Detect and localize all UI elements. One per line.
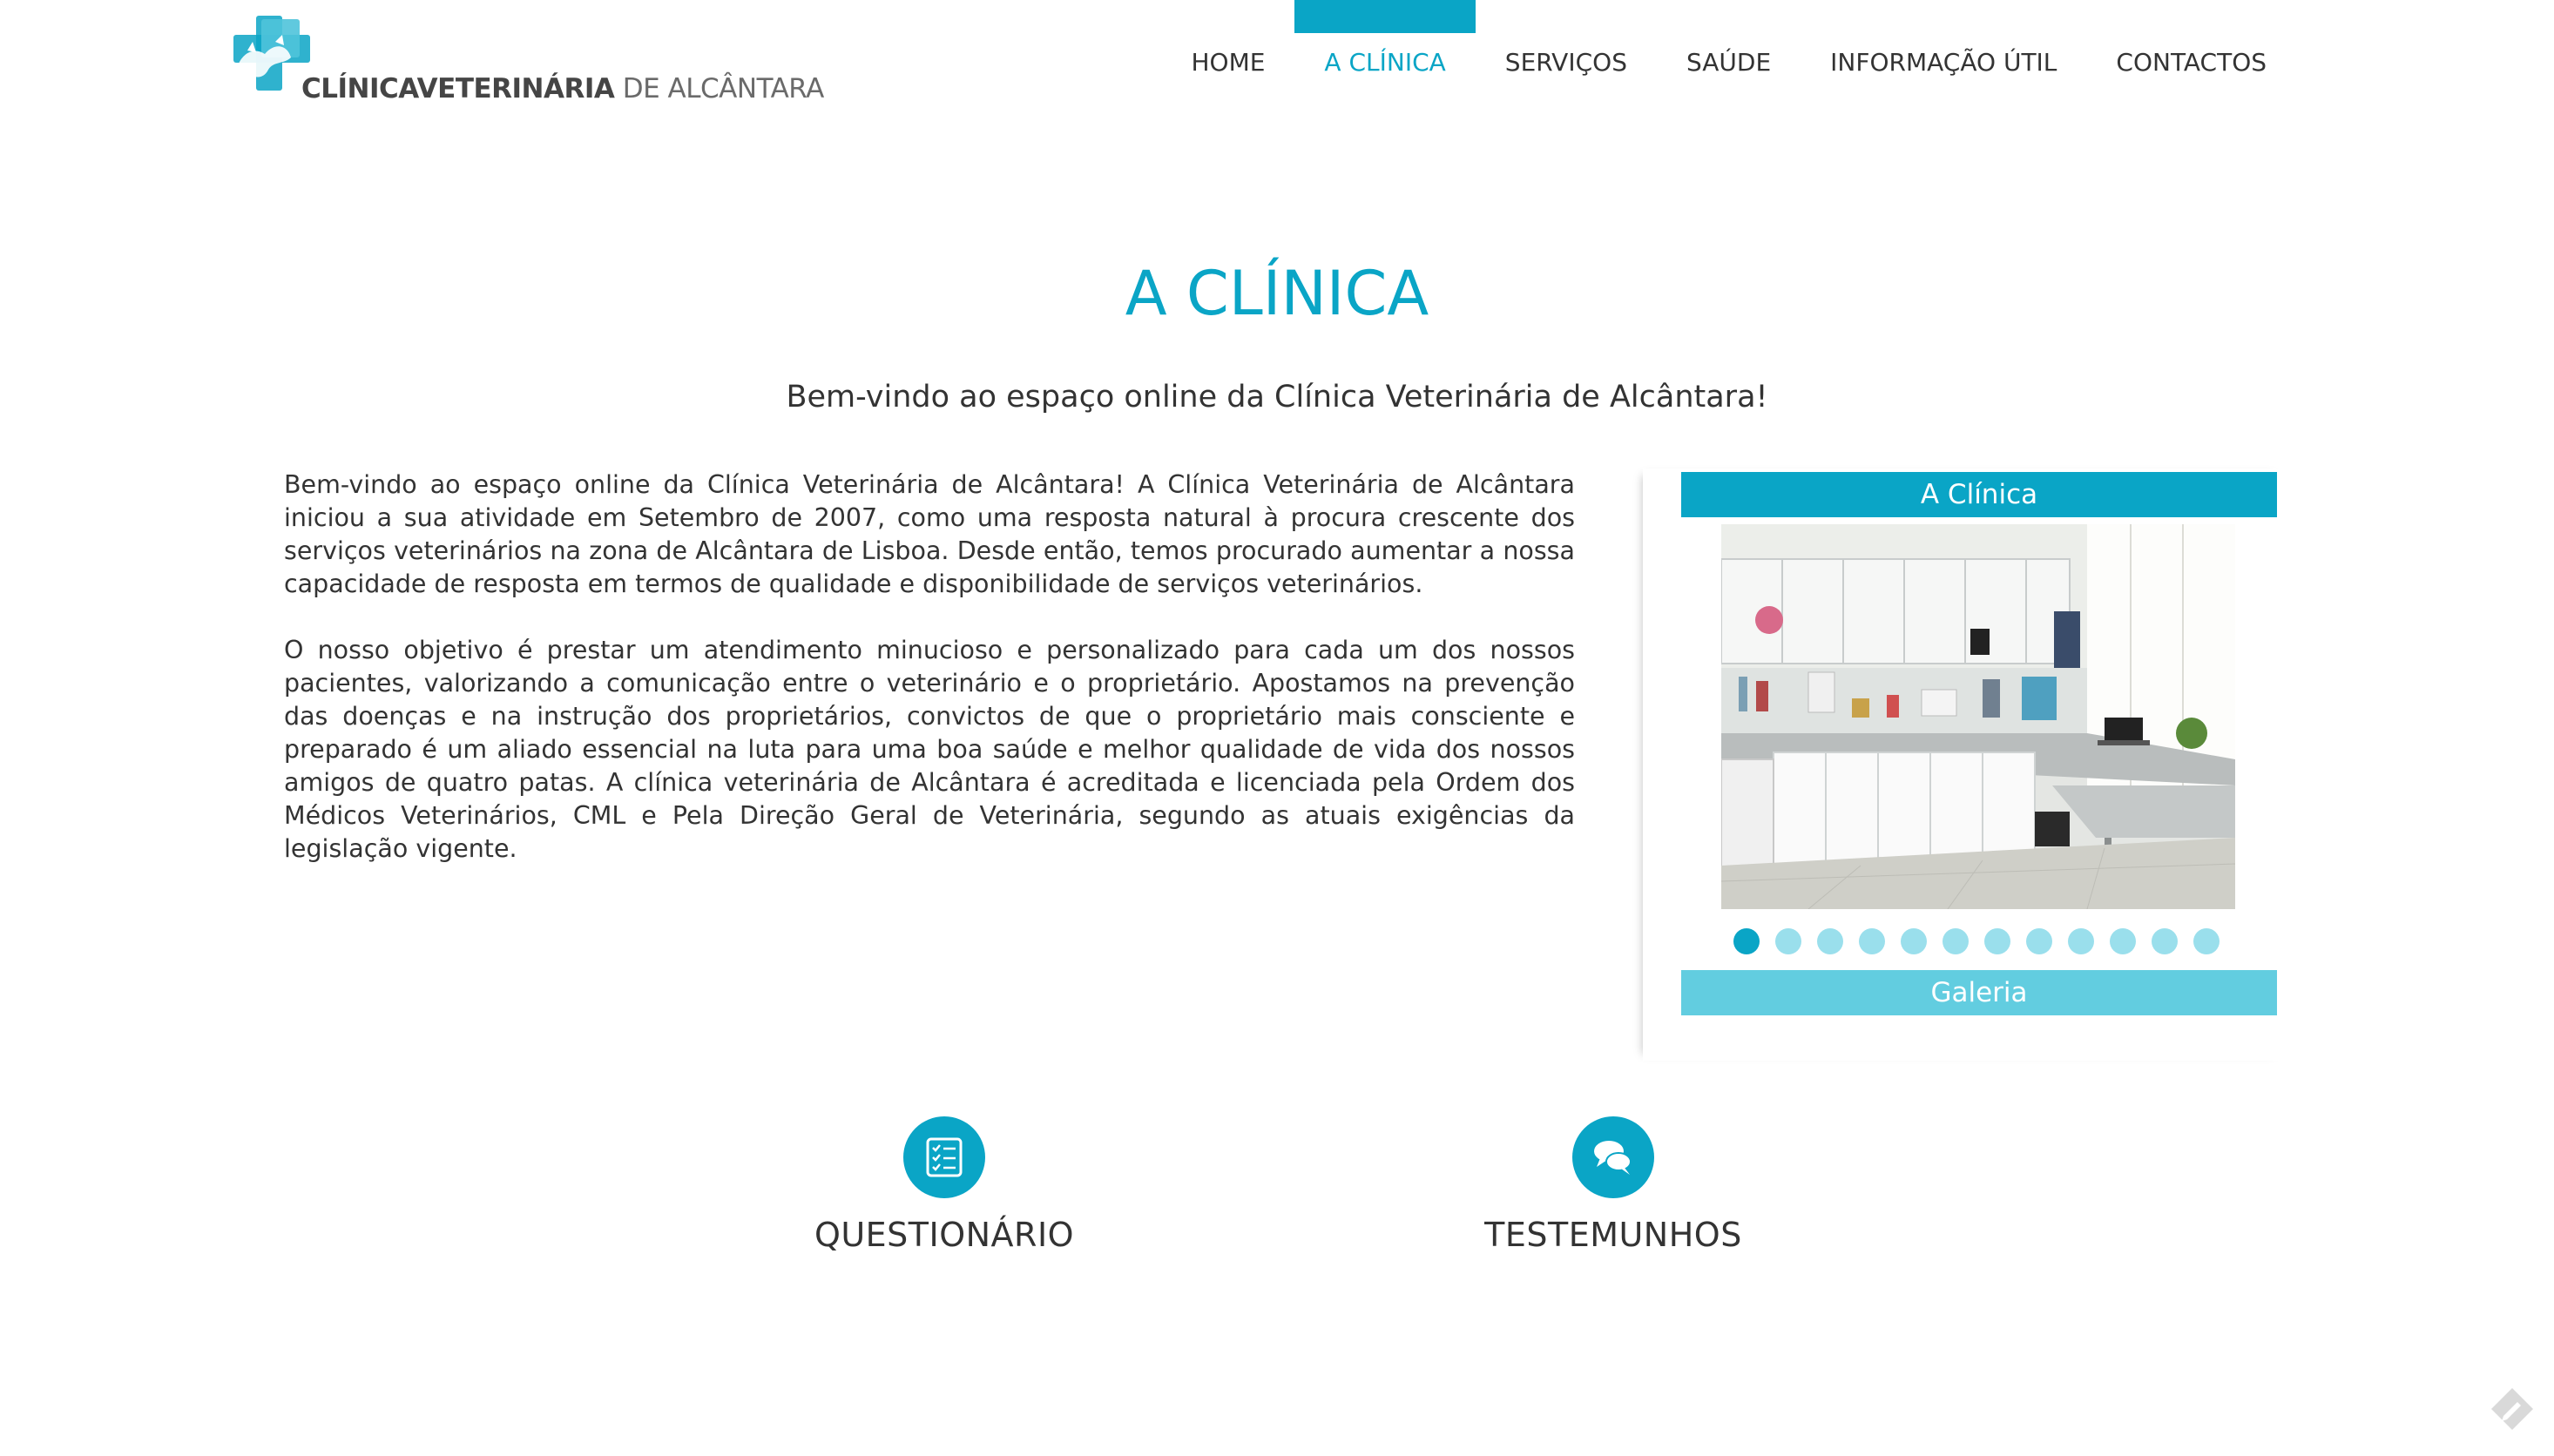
nav-item-home-label: HOME [1191, 48, 1266, 77]
questionario-icon-circle [903, 1116, 985, 1198]
main-navigation: HOME A CLÍNICA SERVIÇOS SAÚDE INFORMAÇÃO… [1161, 0, 2296, 96]
nav-item-a-clinica[interactable]: A CLÍNICA [1294, 0, 1476, 96]
nav-item-saude-label: SAÚDE [1686, 48, 1772, 77]
testemunhos-link[interactable]: TESTEMUNHOS [1439, 1116, 1787, 1254]
gallery-dot[interactable] [1859, 928, 1885, 954]
gallery-widget: A Clínica Galeria [1643, 468, 2287, 1061]
nav-item-servicos[interactable]: SERVIÇOS [1476, 0, 1657, 96]
nav-item-saude[interactable]: SAÚDE [1657, 0, 1801, 96]
logo-wordmark: CLÍNICAVETERINÁRIA DE ALCÂNTARA [301, 73, 824, 104]
nav-item-a-clinica-label: A CLÍNICA [1324, 48, 1446, 77]
nav-item-contactos[interactable]: CONTACTOS [2086, 0, 2296, 96]
site-logo[interactable]: CLÍNICAVETERINÁRIA DE ALCÂNTARA [230, 16, 824, 111]
gallery-slide-image[interactable] [1721, 524, 2235, 909]
intro-text: Bem-vindo ao espaço online da Clínica Ve… [284, 468, 1575, 899]
testemunhos-label: TESTEMUNHOS [1484, 1216, 1742, 1254]
gallery-dot[interactable] [2026, 928, 2052, 954]
gallery-dot[interactable] [1817, 928, 1843, 954]
gallery-dot[interactable] [1733, 928, 1760, 954]
gallery-dot[interactable] [2152, 928, 2178, 954]
logo-name-light: DE ALCÂNTARA [614, 73, 825, 104]
pencil-icon[interactable] [2488, 1385, 2537, 1433]
nav-item-informacao-util[interactable]: INFORMAÇÃO ÚTIL [1801, 0, 2086, 96]
gallery-dot[interactable] [1943, 928, 1969, 954]
checklist-icon [926, 1137, 963, 1177]
gallery-dot[interactable] [2068, 928, 2094, 954]
chat-bubbles-icon [1594, 1141, 1632, 1175]
gallery-dot[interactable] [1901, 928, 1927, 954]
clinic-interior-photo [1721, 524, 2235, 909]
nav-item-informacao-util-label: INFORMAÇÃO ÚTIL [1830, 48, 2057, 77]
gallery-dot[interactable] [2193, 928, 2220, 954]
testemunhos-icon-circle [1572, 1116, 1654, 1198]
gallery-header: A Clínica [1681, 472, 2277, 517]
gallery-pagination [1733, 928, 2221, 954]
questionario-label: QUESTIONÁRIO [814, 1216, 1075, 1254]
page-subtitle: Bem-vindo ao espaço online da Clínica Ve… [786, 380, 1768, 415]
page-title: A CLÍNICA [1125, 258, 1429, 329]
gallery-dot[interactable] [1775, 928, 1801, 954]
gallery-link-button[interactable]: Galeria [1681, 970, 2277, 1015]
logo-name-bold: CLÍNICAVETERINÁRIA [301, 73, 615, 104]
nav-item-home[interactable]: HOME [1161, 0, 1294, 96]
intro-paragraph: O nosso objetivo é prestar um atendiment… [284, 636, 1575, 863]
gallery-dot[interactable] [1984, 928, 2010, 954]
gallery-dot[interactable] [2110, 928, 2136, 954]
nav-item-servicos-label: SERVIÇOS [1504, 48, 1627, 77]
intro-paragraph: Bem-vindo ao espaço online da Clínica Ve… [284, 470, 1575, 598]
questionario-link[interactable]: QUESTIONÁRIO [770, 1116, 1118, 1254]
nav-item-contactos-label: CONTACTOS [2116, 48, 2267, 77]
